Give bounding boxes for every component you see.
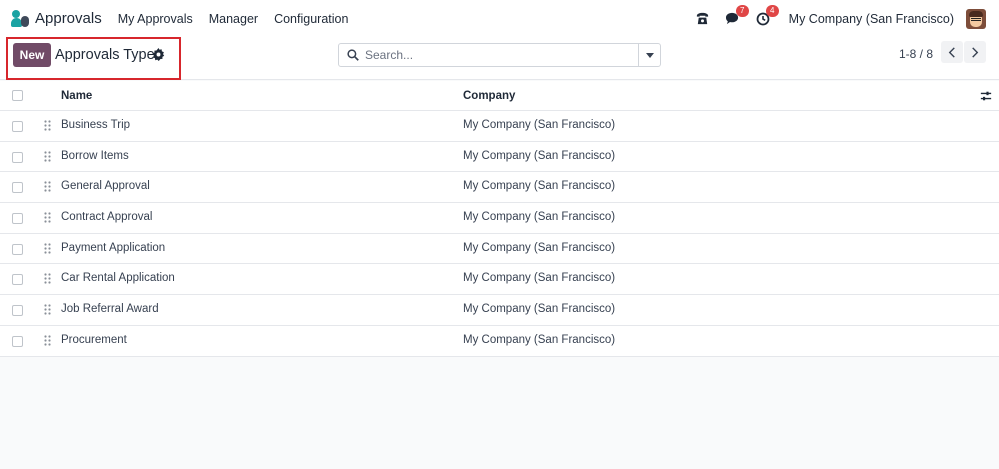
table-row[interactable]: Business Trip My Company (San Francisco) <box>0 111 999 142</box>
row-checkbox[interactable] <box>12 151 23 163</box>
drag-handle-icon[interactable] <box>44 243 51 254</box>
cell-name: Procurement <box>61 333 127 346</box>
cell-name: Business Trip <box>61 119 131 131</box>
approvals-app-icon <box>11 9 29 28</box>
cell-company: My Company (San Francisco) <box>463 241 616 254</box>
pager-next-button[interactable] <box>964 41 986 63</box>
drag-handle-icon[interactable] <box>44 212 51 223</box>
table-row[interactable]: Job Referral Award My Company (San Franc… <box>0 295 999 326</box>
search-options-toggle[interactable] <box>638 44 660 66</box>
chevron-left-icon <box>948 46 955 58</box>
gear-icon[interactable] <box>152 48 165 61</box>
row-checkbox[interactable] <box>12 335 23 347</box>
cell-name: Payment Application <box>61 241 166 254</box>
column-header-name[interactable]: Name <box>61 90 92 102</box>
search-input[interactable] <box>365 45 635 65</box>
top-navbar: Approvals My Approvals Manager Configura… <box>0 0 999 37</box>
cell-company: My Company (San Francisco) <box>463 119 616 131</box>
activities-clock-icon[interactable]: 4 <box>753 4 779 29</box>
caret-down-icon <box>645 52 654 58</box>
row-checkbox[interactable] <box>12 274 23 286</box>
drag-handle-icon[interactable] <box>44 120 51 131</box>
main-menu: My Approvals Manager Configuration <box>118 12 365 26</box>
cell-company: My Company (San Francisco) <box>463 211 616 224</box>
phone-icon[interactable] <box>693 9 713 29</box>
company-switcher[interactable]: My Company (San Francisco) <box>789 12 954 26</box>
cell-company: My Company (San Francisco) <box>463 303 616 316</box>
cell-name: Car Rental Application <box>61 272 175 285</box>
column-header-company[interactable]: Company <box>463 90 515 102</box>
cell-name: Contract Approval <box>61 211 153 224</box>
user-avatar[interactable] <box>966 8 986 29</box>
activities-badge: 4 <box>765 4 779 17</box>
cell-company: My Company (San Francisco) <box>463 272 616 285</box>
table-row[interactable]: General Approval My Company (San Francis… <box>0 172 999 204</box>
row-checkbox[interactable] <box>12 182 23 194</box>
list-body: Business Trip My Company (San Francisco)… <box>0 111 999 357</box>
cell-company: My Company (San Francisco) <box>463 149 616 162</box>
messages-badge: 7 <box>735 4 749 17</box>
systray: 7 4 My Company (San Francisco) <box>693 0 999 37</box>
table-row[interactable]: Borrow Items My Company (San Francisco) <box>0 141 999 173</box>
search-bar <box>338 43 661 67</box>
pager-previous-button[interactable] <box>941 41 963 63</box>
cell-name: Borrow Items <box>61 149 129 162</box>
drag-handle-icon[interactable] <box>44 304 51 315</box>
table-row[interactable]: Contract Approval My Company (San Franci… <box>0 203 999 234</box>
row-checkbox[interactable] <box>12 305 23 317</box>
menu-item-manager[interactable]: Manager <box>209 12 258 26</box>
drag-handle-icon[interactable] <box>44 335 51 346</box>
table-row[interactable]: Procurement My Company (San Francisco) <box>0 325 999 357</box>
breadcrumb-title: Approvals Types <box>55 47 162 63</box>
row-checkbox[interactable] <box>12 121 23 132</box>
messages-icon[interactable]: 7 <box>723 4 749 29</box>
app-brand[interactable]: Approvals <box>11 9 102 28</box>
table-row[interactable]: Car Rental Application My Company (San F… <box>0 264 999 296</box>
menu-item-configuration[interactable]: Configuration <box>274 12 348 26</box>
drag-handle-icon[interactable] <box>44 273 51 285</box>
pager-value[interactable]: 1-8 / 8 <box>899 47 933 61</box>
table-row[interactable]: Payment Application My Company (San Fran… <box>0 233 999 265</box>
menu-item-my-approvals[interactable]: My Approvals <box>118 12 193 26</box>
row-checkbox[interactable] <box>12 243 23 255</box>
row-checkbox[interactable] <box>12 213 23 225</box>
app-title: Approvals <box>35 10 102 27</box>
cell-name: Job Referral Award <box>61 303 159 316</box>
chevron-right-icon <box>972 46 979 58</box>
optional-columns-icon[interactable] <box>980 90 992 102</box>
cell-company: My Company (San Francisco) <box>463 180 616 193</box>
cell-company: My Company (San Francisco) <box>463 333 616 346</box>
drag-handle-icon[interactable] <box>44 181 51 192</box>
list-header: Name Company <box>0 81 999 111</box>
search-icon <box>347 49 359 61</box>
select-all-checkbox[interactable] <box>12 90 23 101</box>
cell-name: General Approval <box>61 180 150 193</box>
drag-handle-icon[interactable] <box>44 151 51 162</box>
control-panel: New Approvals Types 1-8 / 8 <box>0 37 999 80</box>
new-button[interactable]: New <box>13 43 51 67</box>
